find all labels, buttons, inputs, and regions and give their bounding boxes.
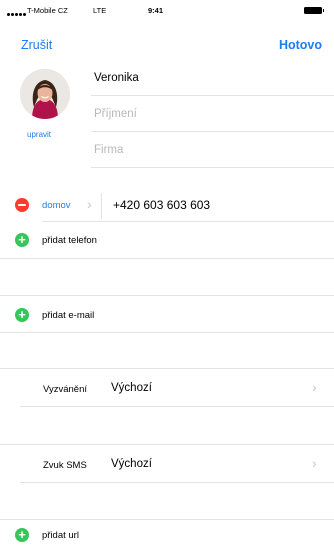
- chevron-right-icon: ›: [312, 455, 317, 471]
- company-field[interactable]: Firma: [94, 144, 334, 156]
- sms-tone-label: Zvuk SMS: [43, 460, 87, 471]
- network-label: LTE: [93, 6, 107, 15]
- divider: [0, 295, 334, 296]
- add-circle-icon[interactable]: +: [15, 528, 29, 542]
- ringtone-row[interactable]: Vyzvánění Výchozí ›: [0, 368, 334, 406]
- edit-photo-link[interactable]: upravit: [27, 130, 51, 139]
- add-url-button[interactable]: přidat url: [42, 530, 79, 541]
- remove-circle-icon[interactable]: [15, 198, 29, 212]
- divider: [0, 258, 334, 259]
- phone-number-field[interactable]: +420 603 603 603: [113, 198, 210, 212]
- signal-dots-icon: [7, 9, 27, 18]
- chevron-right-icon: ›: [87, 196, 92, 212]
- divider: [42, 221, 334, 222]
- divider: [91, 167, 334, 168]
- chevron-right-icon: ›: [312, 379, 317, 395]
- phone-type-label[interactable]: domov: [42, 200, 71, 211]
- status-bar: T-Mobile CZ LTE 9:41: [0, 0, 334, 20]
- carrier-label: T-Mobile CZ: [27, 6, 68, 15]
- ringtone-value: Výchozí: [111, 382, 152, 394]
- divider: [0, 519, 334, 520]
- last-name-field[interactable]: Příjmení: [94, 108, 334, 120]
- sms-tone-value: Výchozí: [111, 458, 152, 470]
- add-circle-icon[interactable]: +: [15, 233, 29, 247]
- cancel-button[interactable]: Zrušit: [21, 38, 52, 52]
- add-circle-icon[interactable]: +: [15, 308, 29, 322]
- divider: [0, 332, 334, 333]
- divider: [91, 131, 334, 132]
- divider: [20, 406, 334, 407]
- battery-icon: [304, 7, 324, 14]
- divider: [20, 482, 334, 483]
- clock: 9:41: [148, 6, 164, 15]
- add-phone-button[interactable]: přidat telefon: [42, 235, 97, 246]
- divider: [101, 193, 102, 219]
- avatar-photo: [20, 69, 70, 119]
- add-email-button[interactable]: přidat e-mail: [42, 310, 94, 321]
- ringtone-label: Vyzvánění: [43, 384, 88, 395]
- divider: [91, 95, 334, 96]
- sms-tone-row[interactable]: Zvuk SMS Výchozí ›: [0, 444, 334, 482]
- avatar[interactable]: [20, 69, 70, 119]
- first-name-field[interactable]: Veronika: [94, 72, 334, 84]
- done-button[interactable]: Hotovo: [279, 38, 322, 52]
